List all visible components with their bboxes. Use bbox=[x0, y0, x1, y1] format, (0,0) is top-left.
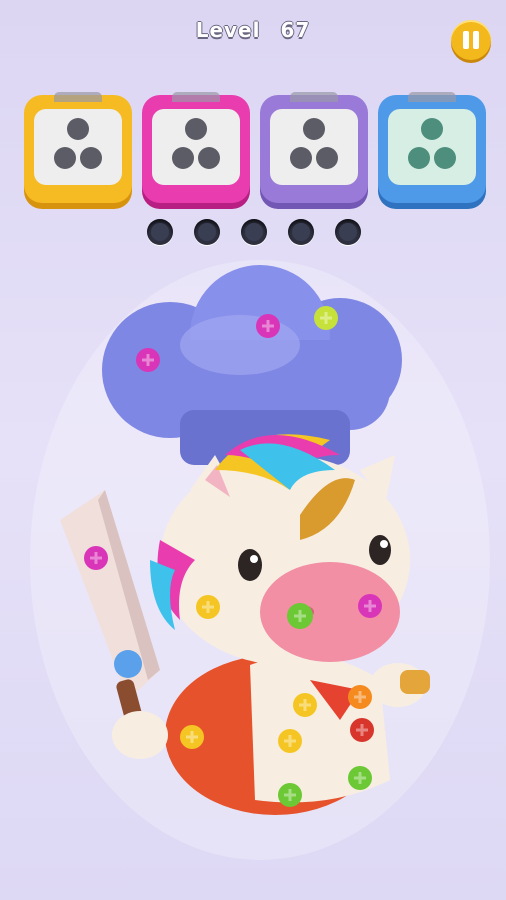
screw-yellow bbox=[196, 595, 220, 619]
level-number: 67 bbox=[280, 18, 311, 42]
screw-hole bbox=[172, 147, 194, 169]
holding-slot bbox=[241, 219, 267, 245]
level-indicator: Level 67 bbox=[0, 18, 506, 42]
holding-slot bbox=[194, 219, 220, 245]
holding-slot bbox=[147, 219, 173, 245]
level-label: Level bbox=[195, 18, 261, 42]
screw-box-purple[interactable] bbox=[260, 92, 368, 203]
screw-hole bbox=[185, 118, 207, 140]
holding-slots bbox=[0, 219, 506, 245]
pause-icon bbox=[473, 31, 479, 49]
screw-magenta bbox=[358, 594, 382, 618]
screw-hole bbox=[421, 118, 443, 140]
screw-lime bbox=[314, 306, 338, 330]
holding-slot bbox=[288, 219, 314, 245]
screw-box-row bbox=[24, 92, 486, 215]
screw-yellow bbox=[180, 725, 204, 749]
screw-yellow bbox=[278, 729, 302, 753]
screw-hole bbox=[408, 147, 430, 169]
screw-orange bbox=[348, 685, 372, 709]
screw-magenta bbox=[136, 348, 160, 372]
screw-hole bbox=[54, 147, 76, 169]
screw-box-yellow[interactable] bbox=[24, 92, 132, 203]
screw-green bbox=[278, 783, 302, 807]
screw-hole bbox=[303, 118, 325, 140]
screw-magenta bbox=[256, 314, 280, 338]
unicorn-chef-puzzle bbox=[30, 260, 490, 860]
screw-box-blue[interactable] bbox=[378, 92, 486, 203]
screw-green bbox=[348, 766, 372, 790]
screw-yellow bbox=[293, 693, 317, 717]
screw-hole bbox=[434, 147, 456, 169]
screw-hole bbox=[290, 147, 312, 169]
screw-hole bbox=[316, 147, 338, 169]
holding-slot bbox=[335, 219, 361, 245]
screw-hole bbox=[198, 147, 220, 169]
screw-green bbox=[287, 603, 313, 629]
screw-hole bbox=[80, 147, 102, 169]
screw-red bbox=[350, 718, 374, 742]
screw-hole bbox=[67, 118, 89, 140]
screw-magenta bbox=[84, 546, 108, 570]
pause-button[interactable] bbox=[451, 20, 491, 60]
screw-box-pink[interactable] bbox=[142, 92, 250, 203]
hud-bar: Level 67 bbox=[0, 0, 506, 70]
pause-icon bbox=[463, 31, 469, 49]
